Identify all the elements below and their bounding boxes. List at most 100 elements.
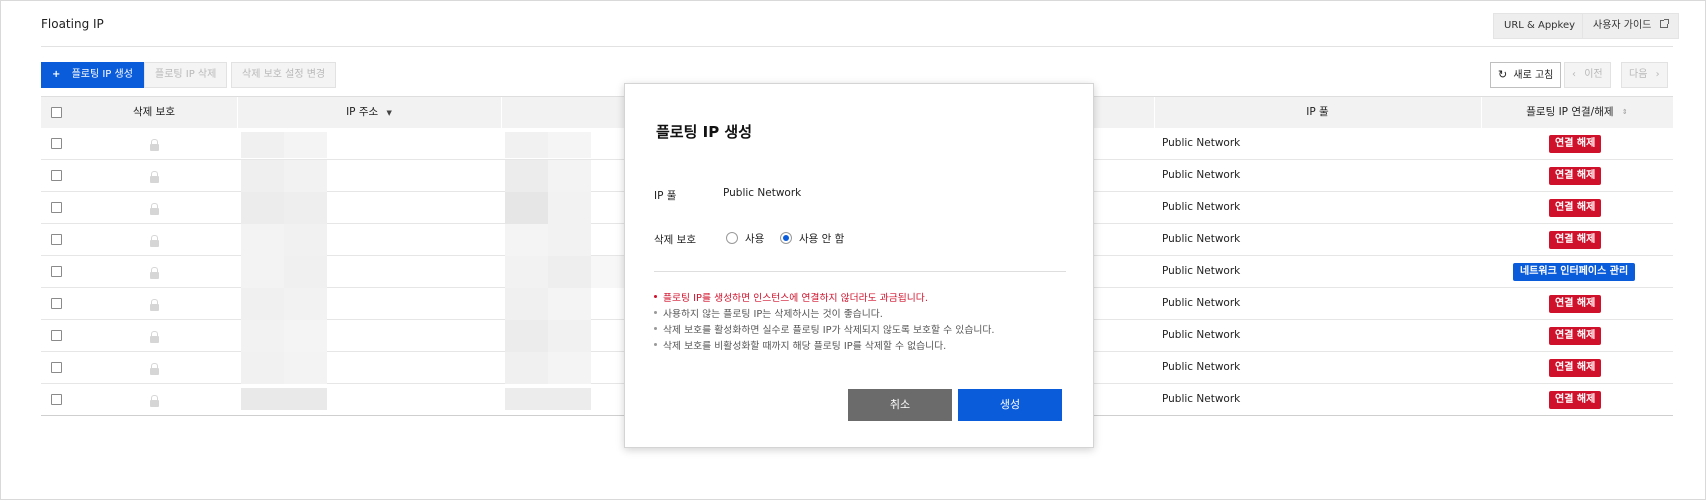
disconnect-button[interactable]: 연결 해제: [1549, 167, 1602, 185]
divider: [654, 271, 1066, 272]
row-checkbox[interactable]: [51, 298, 62, 309]
redacted-block: [284, 192, 327, 224]
redacted-block: [241, 288, 284, 320]
chevron-right-icon: ›: [1655, 69, 1660, 80]
create-button[interactable]: 생성: [958, 389, 1062, 421]
url-appkey-button[interactable]: URL & Appkey: [1493, 13, 1587, 39]
redacted-block: [284, 256, 327, 288]
column-header-ip-address-label: IP 주소: [346, 106, 379, 118]
info-note: 삭제 보호를 활성화하면 실수로 플로팅 IP가 삭제되지 않도록 보호할 수 …: [654, 322, 994, 336]
column-header-ip-pool[interactable]: IP 풀: [1154, 97, 1481, 128]
protection-use-radio[interactable]: [726, 232, 738, 244]
bullet-icon: [654, 294, 657, 298]
redacted-block: [505, 320, 548, 352]
info-note-text: 사용하지 않는 플로팅 IP는 삭제하시는 것이 좋습니다.: [663, 309, 883, 320]
modal-title: 플로팅 IP 생성: [656, 123, 753, 141]
ip-pool-cell: Public Network: [1162, 329, 1241, 341]
ip-pool-cell: Public Network: [1162, 169, 1241, 181]
redacted-block: [241, 160, 284, 192]
lock-icon: [150, 363, 159, 375]
row-checkbox[interactable]: [51, 202, 62, 213]
ip-pool-value: Public Network: [723, 187, 802, 199]
column-header-connect[interactable]: 플로팅 IP 연결/해제 ⇕: [1481, 97, 1673, 128]
column-header-protection[interactable]: 삭제 보호: [71, 97, 237, 128]
info-note: 삭제 보호를 비활성화할 때까지 해당 플로팅 IP를 삭제할 수 없습니다.: [654, 338, 946, 352]
column-header-connect-label: 플로팅 IP 연결/해제: [1526, 106, 1614, 118]
redacted-block: [505, 132, 548, 158]
disconnect-button[interactable]: 연결 해제: [1549, 199, 1602, 217]
refresh-icon: ↻: [1498, 68, 1508, 81]
redacted-block: [505, 288, 548, 320]
redacted-block: [241, 352, 284, 384]
row-checkbox[interactable]: [51, 362, 62, 373]
create-floating-ip-label: 플로팅 IP 생성: [71, 69, 133, 80]
redacted-block: [505, 388, 591, 410]
redacted-block: [505, 256, 548, 288]
refresh-label: 새로 고침: [1513, 70, 1554, 81]
redacted-block: [241, 132, 284, 158]
ip-pool-cell: Public Network: [1162, 393, 1241, 405]
ip-pool-cell: Public Network: [1162, 233, 1241, 245]
next-page-button[interactable]: 다음 ›: [1621, 62, 1668, 88]
row-checkbox[interactable]: [51, 266, 62, 277]
page-title: Floating IP: [41, 17, 104, 31]
lock-icon: [150, 139, 159, 151]
create-floating-ip-button[interactable]: + 플로팅 IP 생성: [41, 62, 144, 88]
column-header-protection-label: 삭제 보호: [133, 106, 175, 118]
sort-icon: ⇕: [1621, 107, 1628, 116]
prev-page-button[interactable]: ‹ 이전: [1564, 62, 1611, 88]
redacted-block: [505, 352, 548, 384]
protection-no-use-label[interactable]: 사용 안 함: [799, 231, 844, 246]
redacted-block: [284, 352, 327, 384]
protection-no-use-radio[interactable]: [780, 232, 792, 244]
billing-warning-text: 플로팅 IP를 생성하면 인스턴스에 연결하지 않더라도 과금됩니다.: [663, 293, 928, 304]
next-page-label: 다음: [1629, 69, 1648, 80]
redacted-block: [284, 288, 327, 320]
redacted-block: [284, 224, 327, 256]
cancel-button[interactable]: 취소: [848, 389, 952, 421]
select-all-checkbox[interactable]: [51, 107, 62, 118]
lock-icon: [150, 171, 159, 183]
row-checkbox[interactable]: [51, 138, 62, 149]
lock-icon: [150, 331, 159, 343]
redacted-block: [284, 132, 327, 158]
redacted-block: [548, 192, 591, 224]
ip-pool-cell: Public Network: [1162, 137, 1241, 149]
redacted-block: [505, 192, 548, 224]
lock-icon: [150, 203, 159, 215]
disconnect-button[interactable]: 연결 해제: [1549, 327, 1602, 345]
url-appkey-label: URL & Appkey: [1504, 20, 1576, 31]
redacted-block: [241, 256, 284, 288]
user-guide-button[interactable]: 사용자 가이드: [1582, 13, 1679, 39]
protection-use-label[interactable]: 사용: [745, 231, 764, 246]
external-link-icon: [1659, 19, 1669, 28]
user-guide-label: 사용자 가이드: [1593, 20, 1652, 31]
redacted-block: [241, 388, 327, 410]
plus-icon: +: [52, 69, 61, 80]
chevron-left-icon: ‹: [1572, 69, 1576, 80]
change-protection-label: 삭제 보호 설정 변경: [242, 69, 326, 80]
ip-pool-cell: Public Network: [1162, 201, 1241, 213]
refresh-button[interactable]: ↻ 새로 고침: [1490, 62, 1562, 88]
row-checkbox[interactable]: [51, 234, 62, 245]
disconnect-button[interactable]: 연결 해제: [1549, 295, 1602, 313]
row-checkbox[interactable]: [51, 170, 62, 181]
manage-network-interface-button[interactable]: 네트워크 인터페이스 관리: [1513, 263, 1636, 281]
page-header: Floating IP URL & Appkey 사용자 가이드: [41, 9, 1679, 47]
column-divider: [501, 97, 502, 128]
disconnect-button[interactable]: 연결 해제: [1549, 359, 1602, 377]
delete-floating-ip-button[interactable]: 플로팅 IP 삭제: [144, 62, 228, 88]
disconnect-button[interactable]: 연결 해제: [1549, 391, 1602, 409]
redacted-block: [548, 256, 591, 288]
column-header-ip-address[interactable]: IP 주소 ▼: [237, 97, 501, 128]
disconnect-button[interactable]: 연결 해제: [1549, 231, 1602, 249]
row-checkbox[interactable]: [51, 394, 62, 405]
change-protection-button[interactable]: 삭제 보호 설정 변경: [231, 62, 337, 88]
row-checkbox[interactable]: [51, 330, 62, 341]
redacted-block: [548, 132, 591, 158]
info-note-text: 삭제 보호를 비활성화할 때까지 해당 플로팅 IP를 삭제할 수 없습니다.: [663, 341, 947, 352]
billing-warning: 플로팅 IP를 생성하면 인스턴스에 연결하지 않더라도 과금됩니다.: [654, 290, 928, 304]
bullet-icon: [654, 310, 657, 314]
ip-pool-cell: Public Network: [1162, 297, 1241, 309]
disconnect-button[interactable]: 연결 해제: [1549, 135, 1602, 153]
